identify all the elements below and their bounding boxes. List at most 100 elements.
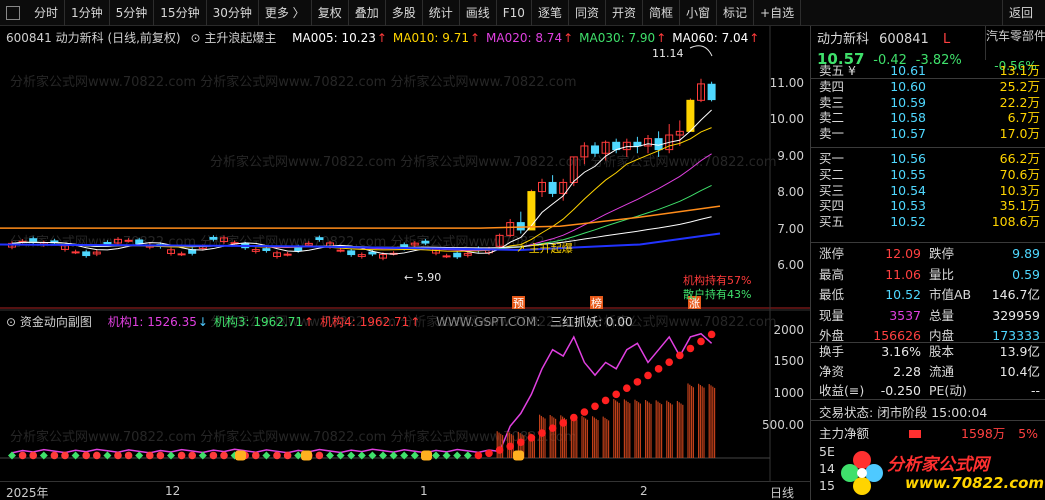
toolbar-item[interactable]: 统计 [423, 0, 460, 26]
order-price: 10.55 [890, 166, 926, 182]
stat-row: 现量 3537 总量 329959 [811, 305, 1045, 326]
stat-value: 10.52 [885, 287, 921, 302]
toolbar-item[interactable]: 开资 [606, 0, 643, 26]
order-row[interactable]: 卖二 10.58 6.7万 [811, 110, 1045, 126]
flow-bar [583, 417, 585, 458]
sub-indicator-legend: ⊙ 资金动向副图 机构1: 1526.35↓ 机构3: 1962.71↑ 机构4: … [6, 313, 639, 330]
order-price: 10.60 [890, 78, 926, 94]
sub-indicator-name[interactable]: ⊙ 资金动向副图 [6, 315, 98, 329]
stat-key: 现量 [819, 307, 845, 323]
flow-bar [708, 384, 710, 458]
sector-name[interactable]: 汽车零部件 [985, 26, 1045, 60]
flow-bar [676, 400, 678, 458]
stat-value: 329959 [992, 307, 1040, 323]
stat-key: 净资 [819, 363, 845, 379]
flow-bar [592, 416, 594, 458]
flow-bar [638, 402, 640, 458]
candle-body [336, 249, 345, 252]
stat-value: 0.59 [1012, 266, 1040, 282]
toolbar-item[interactable]: 复权 [312, 0, 349, 26]
toolbar-item[interactable]: 30分钟 [207, 0, 259, 26]
order-row[interactable]: 卖三 10.59 22.2万 [811, 95, 1045, 111]
stat-value: 11.06 [885, 266, 921, 282]
toolbar-item[interactable]: 小窗 [680, 0, 718, 26]
candle-body [453, 252, 462, 258]
order-row[interactable]: 卖五 ¥ 10.61 13.1万 [811, 63, 1045, 79]
trade-status: 交易状态: 闭市阶段 15:00:04 [819, 402, 987, 421]
sub-label: 机构3: 1962.71 [213, 315, 304, 329]
chart-title: 600841 动力新科 (日线,前复权) [6, 31, 181, 45]
flow-bar [703, 387, 705, 458]
back-button[interactable]: 返回 [1001, 0, 1039, 26]
sub-tick: 1500 [773, 354, 804, 369]
signal-dot [82, 451, 90, 460]
toolbar-item[interactable]: 1分钟 [65, 0, 110, 26]
flow-bar [678, 402, 680, 458]
sub-items: 机构1: 1526.35↓ 机构3: 1962.71↑ 机构4: 1962.71↑ [108, 315, 427, 329]
order-label: 卖三 [819, 94, 845, 110]
logo-url: www.70822.com [905, 474, 1045, 492]
flow-bar [666, 400, 668, 458]
toolbar-item[interactable]: 标记 [717, 0, 755, 26]
stat-key: 最低 [819, 287, 845, 302]
stat-key: 收益(≡) [819, 383, 865, 398]
ma-items: MA005: 10.23↑ MA010: 9.71↑ MA020: 8.74↑ MA0… [292, 31, 765, 45]
flow-bar [539, 414, 541, 458]
toolbar-item[interactable]: 逐笔 [532, 0, 569, 26]
signal-dot [548, 424, 557, 432]
signal-dot [633, 378, 642, 386]
order-row[interactable]: 卖一 10.57 17.0万 [811, 126, 1045, 142]
order-row[interactable]: 买一 10.56 66.2万 [811, 151, 1045, 167]
order-price: 10.61 [890, 63, 926, 78]
signal-dot [485, 449, 493, 458]
kline-chart[interactable]: 分析家公式网www.70822.com 分析家公式网www.70822.com … [0, 26, 810, 500]
toolbar-item[interactable]: 15分钟 [154, 0, 207, 26]
up-arrow-icon: ↑ [376, 31, 387, 45]
signal-dot [93, 451, 101, 460]
flow-bar [645, 400, 647, 458]
sub-tick: 500.00 [762, 418, 804, 433]
time-tick: 2025年 [6, 486, 49, 500]
window-icon[interactable] [6, 6, 20, 20]
ma-label: MA005: 10.23 [292, 31, 376, 45]
toolbar-item[interactable]: 多股 [386, 0, 423, 26]
order-label: 买三 [819, 182, 845, 198]
signal-dot [220, 451, 228, 460]
toolbar-item[interactable]: F10 [497, 0, 532, 26]
stat-key: 最高 [819, 266, 845, 282]
stat-key: PE(动) [929, 383, 967, 398]
time-tick: 2 [640, 484, 648, 498]
toolbar-item[interactable]: 叠加 [349, 0, 386, 26]
candle-body [209, 236, 218, 240]
candle-body [82, 251, 91, 257]
order-label: 卖四 [819, 78, 845, 94]
order-row[interactable]: 买三 10.54 10.3万 [811, 183, 1045, 199]
toolbar-item[interactable]: 同资 [569, 0, 606, 26]
order-row[interactable]: 卖四 10.60 25.2万 [811, 79, 1045, 95]
toolbar-item[interactable]: +自选 [754, 0, 802, 26]
toolbar-item[interactable]: 分时 [28, 0, 66, 26]
toolbar-item[interactable]: 更多 〉 [259, 0, 312, 26]
order-row[interactable]: 买四 10.53 35.1万 [811, 198, 1045, 214]
candle-body [686, 99, 695, 132]
signal-dot [273, 451, 281, 460]
flow-bar [710, 385, 712, 458]
period-label[interactable]: 日线 [770, 484, 794, 500]
cost-line [0, 205, 721, 229]
order-row[interactable]: 买五 10.52 108.6万 [811, 214, 1045, 230]
candle-body [177, 253, 186, 256]
indicator-name[interactable]: ⊙ 主升浪起爆主 [190, 31, 282, 45]
chart-canvas: 分析家公式网www.70822.com 分析家公式网www.70822.com … [0, 26, 810, 481]
order-label: 买五 [819, 214, 845, 230]
toolbar-item[interactable]: 5分钟 [110, 0, 155, 26]
candle-body [442, 255, 451, 258]
flow-bar [597, 420, 599, 458]
flow-bar [540, 415, 542, 458]
price-tick: 7.00 [777, 221, 804, 236]
order-row[interactable]: 买二 10.55 70.6万 [811, 167, 1045, 183]
toolbar-item[interactable]: 简框 [643, 0, 680, 26]
money-bag-icon [421, 450, 432, 461]
flow-bar [627, 401, 629, 458]
flow-bar [691, 385, 693, 458]
toolbar-item[interactable]: 画线 [460, 0, 497, 26]
